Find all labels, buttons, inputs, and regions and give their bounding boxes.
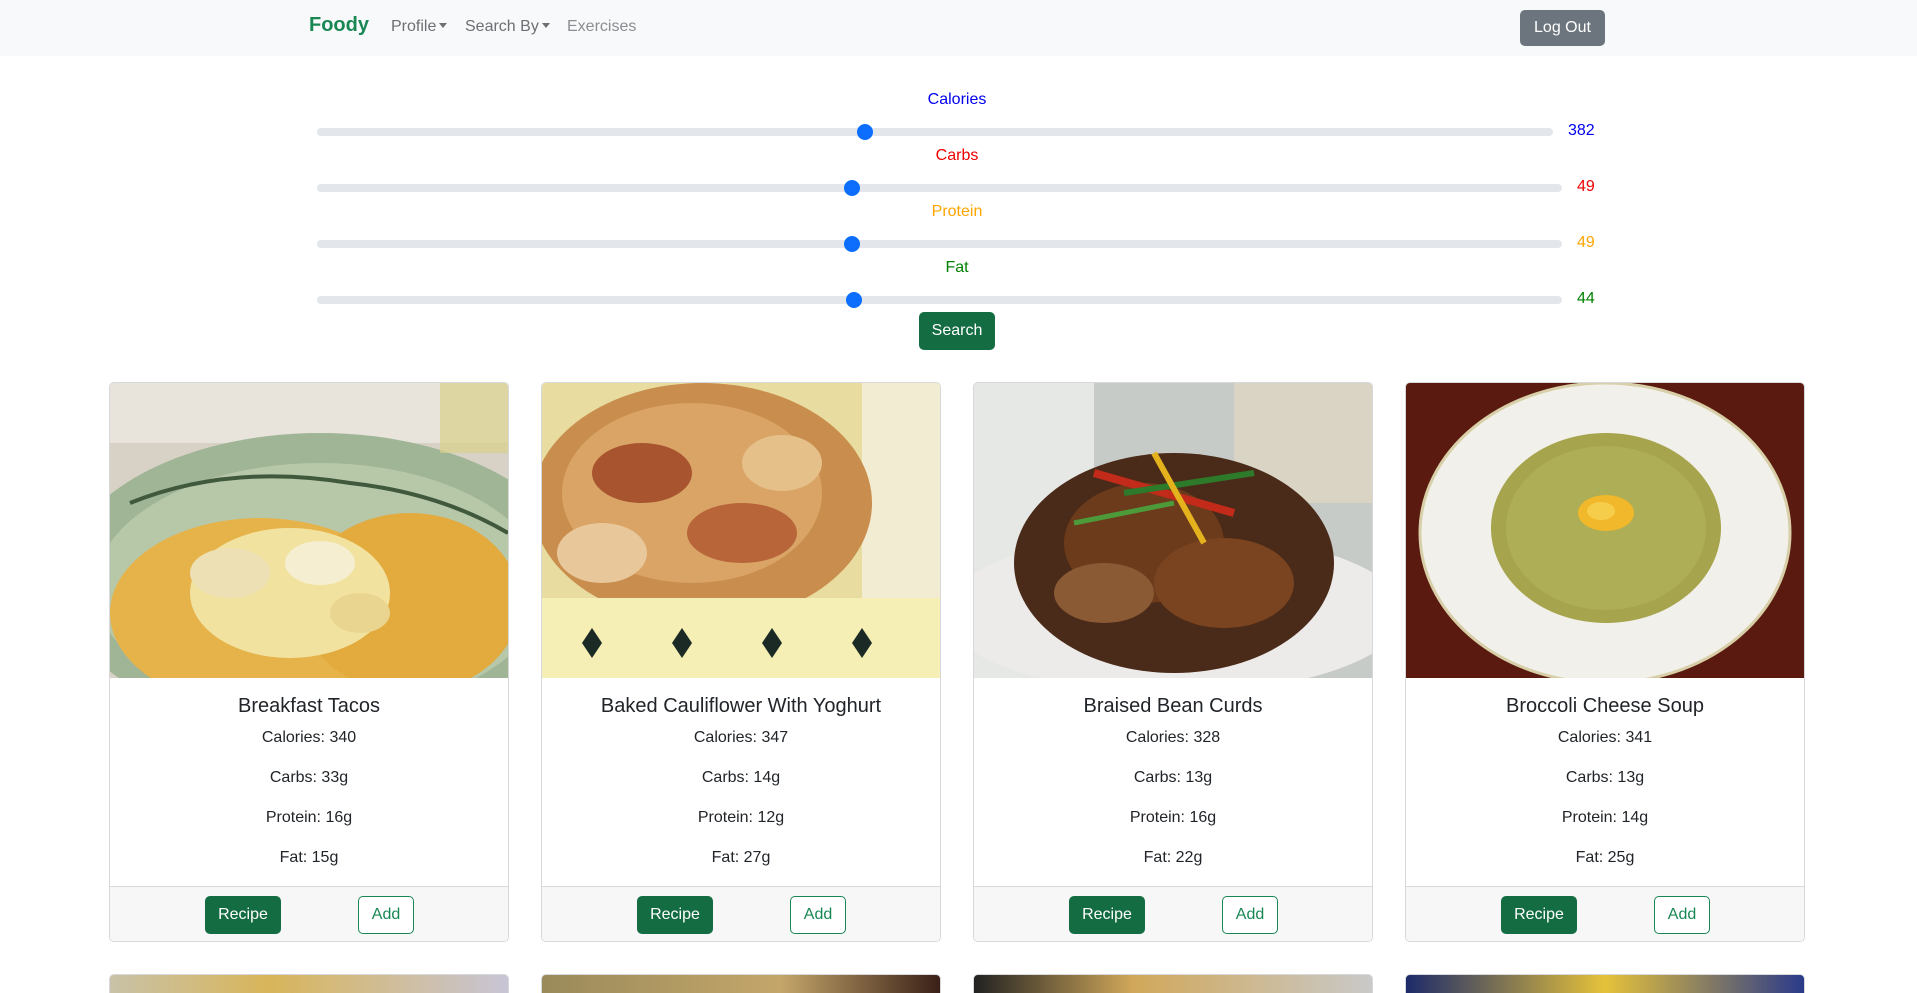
- braised-bean-curds-image: [974, 383, 1372, 678]
- add-button[interactable]: Add: [1654, 896, 1710, 934]
- recipe-calories: Calories: 347: [693, 729, 789, 746]
- protein-value: 49: [1577, 234, 1595, 251]
- logout-button[interactable]: Log Out: [1520, 10, 1605, 46]
- add-button[interactable]: Add: [1222, 896, 1278, 934]
- nav-profile-label: Profile: [391, 18, 437, 35]
- recipe-carbs: Carbs: 33g: [269, 769, 349, 786]
- recipe-calories: Calories: 328: [1125, 729, 1221, 746]
- recipe-title: Baked Cauliflower With Yoghurt: [600, 695, 882, 717]
- nav-search-by-label: Search By: [465, 18, 539, 35]
- calories-slider-thumb[interactable]: [856, 124, 873, 140]
- breakfast-tacos-image: [110, 383, 508, 678]
- recipe-protein: Protein: 14g: [1561, 809, 1649, 826]
- recipe-card: Breakfast Tacos Calories: 340 Carbs: 33g…: [109, 382, 509, 942]
- baked-cauliflower-image: [542, 383, 940, 678]
- protein-slider-label: Protein: [931, 203, 983, 220]
- recipe-protein: Protein: 12g: [697, 809, 785, 826]
- recipe-card-partial: [1405, 974, 1805, 993]
- nav-exercises-link[interactable]: Exercises: [567, 18, 636, 36]
- carbs-slider[interactable]: [317, 180, 1562, 196]
- protein-slider-thumb[interactable]: [844, 236, 861, 252]
- recipe-protein: Protein: 16g: [1129, 809, 1217, 826]
- calories-value: 382: [1568, 122, 1595, 139]
- nav-search-by-dropdown[interactable]: Search By: [465, 18, 550, 36]
- card-footer: Recipe Add: [974, 886, 1372, 941]
- recipe-button[interactable]: Recipe: [205, 896, 281, 934]
- breakfast-tacos-photo: [110, 383, 508, 678]
- broccoli-cheese-soup-image: [1406, 383, 1804, 678]
- recipe-carbs: Carbs: 14g: [701, 769, 781, 786]
- recipe-calories: Calories: 341: [1557, 729, 1653, 746]
- carbs-slider-thumb[interactable]: [844, 180, 861, 196]
- recipe-button[interactable]: Recipe: [1501, 896, 1577, 934]
- chevron-down-icon: [439, 23, 448, 28]
- card-footer: Recipe Add: [110, 886, 508, 941]
- braised-bean-curds-photo: [974, 383, 1372, 678]
- fat-slider-label: Fat: [945, 259, 969, 276]
- nav-profile-dropdown[interactable]: Profile: [391, 18, 448, 36]
- protein-slider[interactable]: [317, 236, 1562, 252]
- recipe-button[interactable]: Recipe: [637, 896, 713, 934]
- recipe-fat: Fat: 22g: [1143, 849, 1203, 866]
- recipe-card-partial: [109, 974, 509, 993]
- fat-value: 44: [1577, 290, 1595, 307]
- fat-slider[interactable]: [317, 292, 1562, 308]
- recipe-protein: Protein: 16g: [265, 809, 353, 826]
- recipe-button[interactable]: Recipe: [1069, 896, 1145, 934]
- recipe-carbs: Carbs: 13g: [1565, 769, 1645, 786]
- recipe-card-partial: [541, 974, 941, 993]
- calories-slider-label: Calories: [927, 91, 987, 108]
- recipe-carbs: Carbs: 13g: [1133, 769, 1213, 786]
- recipe-fat: Fat: 27g: [711, 849, 771, 866]
- navbar: Foody Profile Search By Exercises Log Ou…: [0, 0, 1917, 56]
- add-button[interactable]: Add: [358, 896, 414, 934]
- fat-slider-thumb[interactable]: [845, 292, 862, 308]
- broccoli-cheese-soup-photo: [1406, 383, 1804, 678]
- add-button[interactable]: Add: [790, 896, 846, 934]
- brand-logo[interactable]: Foody: [309, 14, 369, 37]
- chevron-down-icon: [541, 23, 550, 28]
- carbs-value: 49: [1577, 178, 1595, 195]
- recipe-title: Braised Bean Curds: [1083, 695, 1263, 717]
- recipe-title: Broccoli Cheese Soup: [1506, 695, 1704, 717]
- recipe-card-partial: [973, 974, 1373, 993]
- search-button[interactable]: Search: [919, 312, 995, 350]
- carbs-slider-label: Carbs: [935, 147, 979, 164]
- baked-cauliflower-photo: [542, 383, 940, 678]
- recipe-card: Braised Bean Curds Calories: 328 Carbs: …: [973, 382, 1373, 942]
- recipe-card: Baked Cauliflower With Yoghurt Calories:…: [541, 382, 941, 942]
- recipe-card: Broccoli Cheese Soup Calories: 341 Carbs…: [1405, 382, 1805, 942]
- recipe-title: Breakfast Tacos: [238, 695, 380, 717]
- card-footer: Recipe Add: [1406, 886, 1804, 941]
- recipe-fat: Fat: 25g: [1575, 849, 1635, 866]
- card-footer: Recipe Add: [542, 886, 940, 941]
- calories-slider[interactable]: [317, 124, 1553, 140]
- recipe-fat: Fat: 15g: [279, 849, 339, 866]
- recipe-calories: Calories: 340: [261, 729, 357, 746]
